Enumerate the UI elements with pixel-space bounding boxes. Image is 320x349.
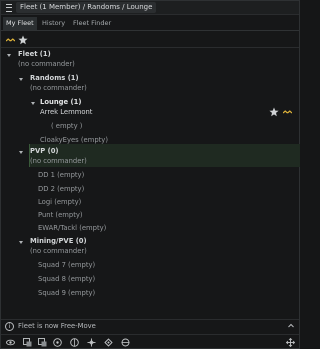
squad-lounge-name: Lounge (1): [40, 98, 82, 106]
broadcast-window-icon[interactable]: [23, 338, 32, 347]
wing-mining-name: Mining/PVE (0): [30, 237, 87, 245]
warp-icon[interactable]: [104, 338, 113, 347]
squad-name: EWAR/Tackl (empty): [38, 224, 107, 232]
fleet-commander: (no commander): [18, 60, 75, 68]
tab-history[interactable]: History: [39, 17, 68, 30]
tree-row-member[interactable]: Arrek Lemmont: [1, 107, 299, 117]
tree-row-squad[interactable]: EWAR/Tackl (empty): [1, 223, 299, 233]
expand-arrow-icon[interactable]: [31, 102, 35, 105]
yellow-chevrons-icon[interactable]: [283, 110, 292, 115]
bottom-action-bar: [1, 334, 299, 349]
squad-name: Logi (empty): [38, 198, 82, 206]
chevron-up-icon[interactable]: [288, 323, 294, 328]
status-bar: i Fleet is now Free-Move: [1, 319, 299, 332]
expand-arrow-icon[interactable]: [19, 241, 23, 244]
tab-fleet-finder[interactable]: Fleet Finder: [70, 17, 114, 30]
toolbar-divider: [1, 47, 299, 48]
tree-row-lounge-empty: ( empty ): [1, 121, 299, 131]
tree-row-squad[interactable]: DD 2 (empty): [1, 184, 299, 194]
wing-pvp-commander: (no commander): [30, 157, 87, 165]
squad-name: Squad 9 (empty): [38, 289, 96, 297]
wing-randoms-commander: (no commander): [30, 84, 87, 92]
title-bar[interactable]: Fleet (1 Member) / Randoms / Lounge: [1, 1, 299, 15]
fleet-name: Fleet (1): [18, 50, 51, 58]
tab-bar: My Fleet History Fleet Finder: [1, 17, 299, 31]
tree-row-mining[interactable]: Mining/PVE (0): [1, 236, 299, 246]
star-icon[interactable]: [18, 35, 28, 45]
expand-arrow-icon[interactable]: [19, 78, 23, 81]
tree-row-fleet-commander: (no commander): [1, 59, 299, 69]
squad-name: Squad 7 (empty): [38, 261, 96, 269]
empty-placeholder: ( empty ): [51, 122, 83, 130]
squad-name: DD 1 (empty): [38, 171, 85, 179]
wing-randoms-name: Randoms (1): [30, 74, 79, 82]
member-name: Arrek Lemmont: [40, 108, 93, 116]
wing-mining-commander: (no commander): [30, 247, 87, 255]
tree-row-mining-commander: (no commander): [1, 246, 299, 256]
tree-row-squad[interactable]: Logi (empty): [1, 197, 299, 207]
wing-pvp-name: PVP (0): [30, 147, 59, 155]
tree-row-squad[interactable]: Punt (empty): [1, 210, 299, 220]
status-message: Fleet is now Free-Move: [18, 322, 96, 330]
tree-row-squad[interactable]: Squad 8 (empty): [1, 274, 299, 284]
fleet-toolbar: [1, 33, 299, 47]
tab-my-fleet[interactable]: My Fleet: [3, 17, 37, 30]
align-icon[interactable]: [87, 338, 96, 347]
move-icon[interactable]: [286, 338, 295, 347]
watchlist-icon[interactable]: [38, 338, 47, 347]
tree-row-randoms-commander: (no commander): [1, 83, 299, 93]
star-icon[interactable]: [269, 107, 279, 117]
squad-name: DD 2 (empty): [38, 185, 85, 193]
info-icon: i: [5, 322, 14, 331]
menu-icon[interactable]: [6, 4, 12, 12]
broadcast-icon[interactable]: [53, 338, 62, 347]
tree-row-squad[interactable]: Squad 7 (empty): [1, 260, 299, 270]
squad-name: Squad 8 (empty): [38, 275, 96, 283]
eye-icon[interactable]: [6, 338, 15, 347]
tree-row-pvp[interactable]: PVP (0): [1, 146, 299, 156]
tree-row-squad[interactable]: Squad 9 (empty): [1, 288, 299, 298]
squad-name: Punt (empty): [38, 211, 83, 219]
expand-arrow-icon[interactable]: [19, 151, 23, 154]
expand-arrow-icon[interactable]: [7, 54, 11, 57]
fleet-window: Fleet (1 Member) / Randoms / Lounge My F…: [0, 0, 300, 349]
tree-row-squad[interactable]: DD 1 (empty): [1, 170, 299, 180]
jump-icon[interactable]: [121, 338, 130, 347]
tree-row-lounge[interactable]: Lounge (1): [1, 97, 299, 107]
tree-row-fleet[interactable]: Fleet (1): [1, 49, 299, 59]
target-icon[interactable]: [70, 338, 79, 347]
window-title: Fleet (1 Member) / Randoms / Lounge: [16, 2, 157, 13]
tree-row-pvp-commander: (no commander): [1, 156, 299, 166]
yellow-chevrons-icon[interactable]: [6, 38, 15, 43]
tree-row-cloakyeyes[interactable]: CloakyEyes (empty): [1, 135, 299, 145]
squad-cloakyeyes: CloakyEyes (empty): [40, 136, 108, 144]
tree-row-randoms[interactable]: Randoms (1): [1, 73, 299, 83]
